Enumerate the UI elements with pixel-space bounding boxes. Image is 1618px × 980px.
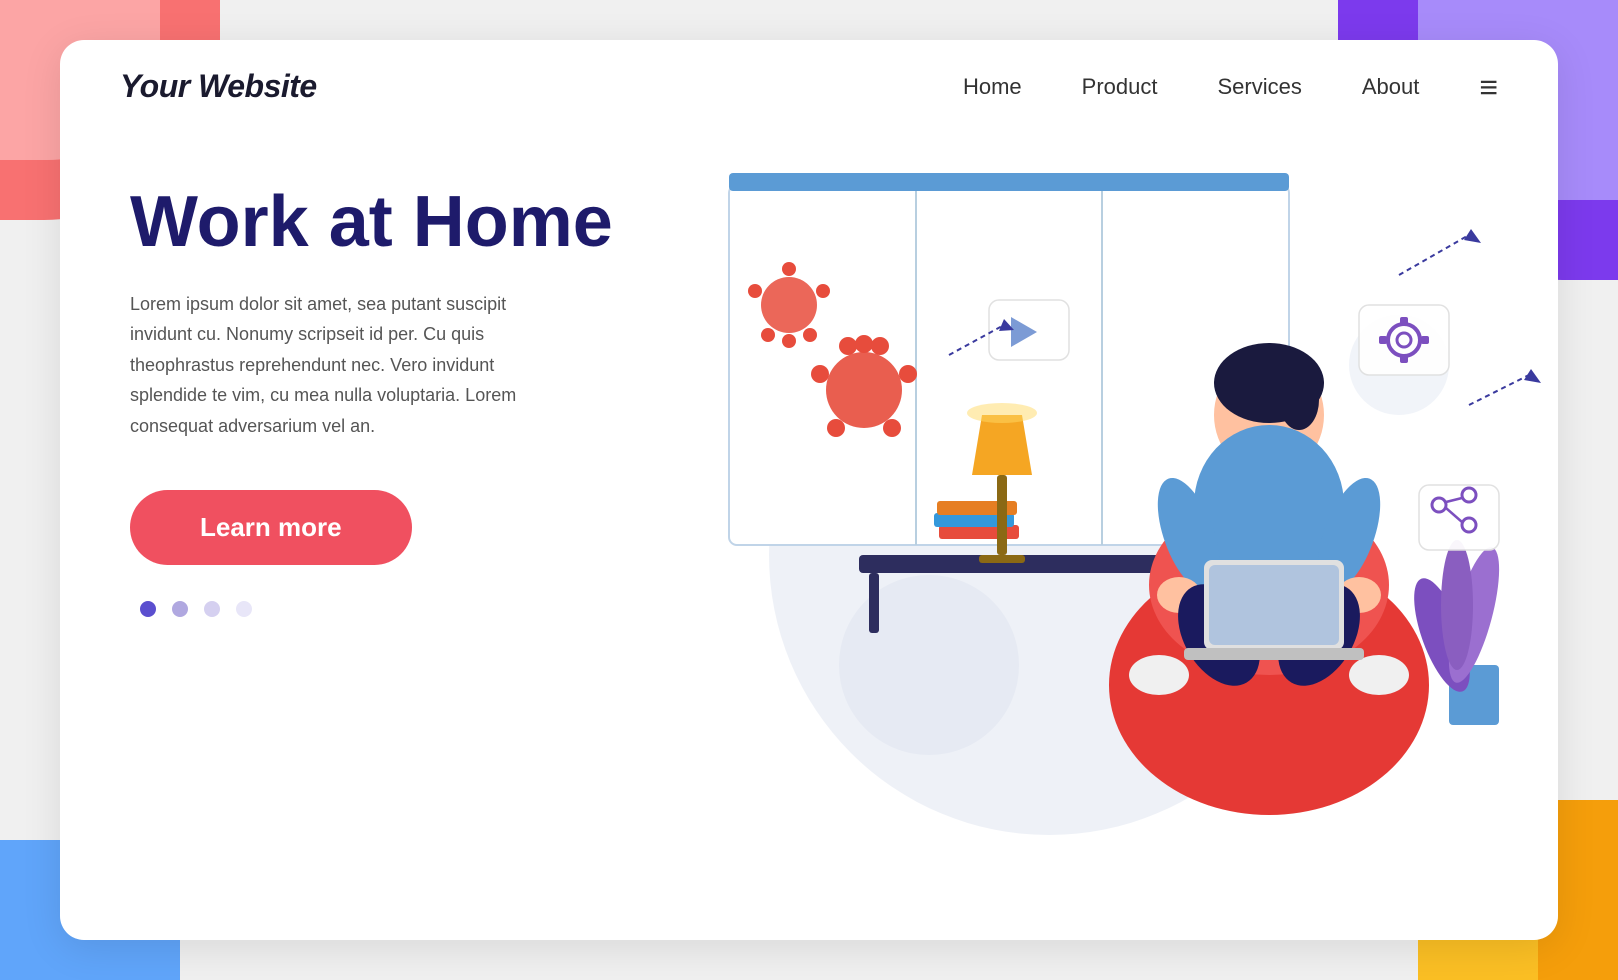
hero-left-content: Work at Home Lorem ipsum dolor sit amet,…	[60, 105, 640, 617]
nav-link-services[interactable]: Services	[1217, 74, 1301, 100]
navbar: Your Website Home Product Services About…	[60, 40, 1558, 105]
dot-3[interactable]	[204, 601, 220, 617]
hero-title: Work at Home	[130, 185, 640, 261]
nav-link-about[interactable]: About	[1362, 74, 1420, 100]
brand-logo[interactable]: Your Website	[120, 68, 317, 105]
nav-links: Home Product Services About ≡	[963, 71, 1498, 103]
carousel-dots	[130, 601, 640, 617]
hero-section: Work at Home Lorem ipsum dolor sit amet,…	[60, 105, 1558, 925]
hero-description: Lorem ipsum dolor sit amet, sea putant s…	[130, 289, 550, 442]
nav-link-home[interactable]: Home	[963, 74, 1022, 100]
dot-2[interactable]	[172, 601, 188, 617]
main-card: Your Website Home Product Services About…	[60, 40, 1558, 940]
hamburger-menu-icon[interactable]: ≡	[1479, 71, 1498, 103]
dot-1[interactable]	[140, 601, 156, 617]
dot-4[interactable]	[236, 601, 252, 617]
nav-link-product[interactable]: Product	[1082, 74, 1158, 100]
learn-more-button[interactable]: Learn more	[130, 490, 412, 565]
illustration-svg	[640, 105, 1558, 925]
hero-illustration	[640, 105, 1558, 925]
